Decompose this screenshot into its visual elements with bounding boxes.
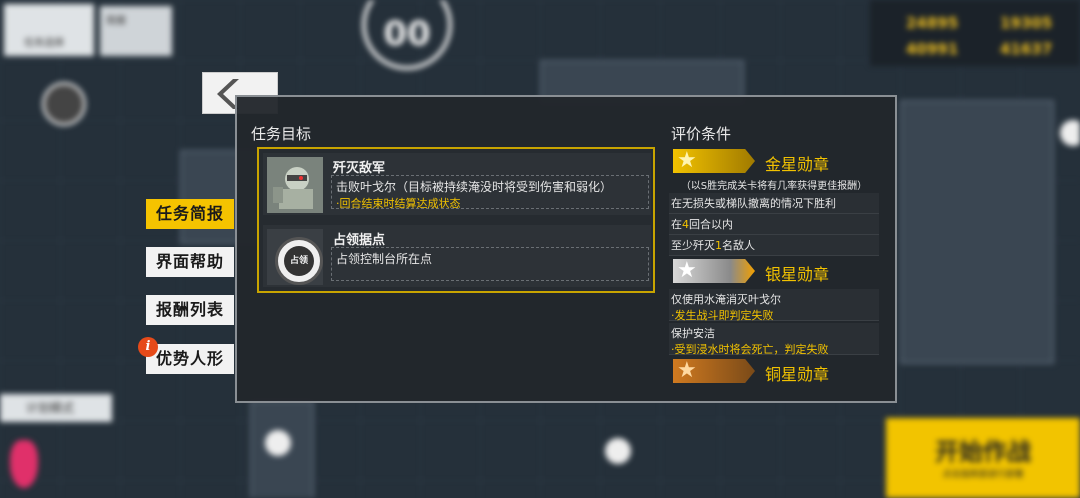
resource-manpower: 24895 <box>906 14 959 32</box>
gold-condition: 至少歼灭1名敌人 <box>669 235 879 256</box>
map-block <box>900 100 1054 364</box>
silver-condition: 仅使用水淹消灭叶戈尔 ·发生战斗即判定失败 <box>669 289 879 322</box>
capture-point-icon: 占领 <box>267 229 323 285</box>
objectives-title: 任务目标 <box>251 125 312 143</box>
objectives-list: 歼灭敌军 击败叶戈尔（目标被持续淹没时将受到伤害和弱化） ·回合结束时结算达成状… <box>257 147 655 293</box>
evaluation-title: 评价条件 <box>671 125 732 143</box>
condition-highlight: 1 <box>715 239 722 252</box>
condition-text: 至少歼灭 <box>671 239 715 252</box>
start-battle-sublabel: 点击指挥部进行部署 <box>942 470 1024 480</box>
turn-value: 00 <box>383 14 431 54</box>
gold-condition: 在4回合以内 <box>669 214 879 235</box>
condition-text: 在 <box>671 218 682 231</box>
tab-reward-list[interactable]: 报酬列表 <box>146 295 234 325</box>
condition-text: 保护安洁 <box>671 327 715 340</box>
gold-condition: 在无损失或梯队撤离的情况下胜利 <box>669 193 879 214</box>
resource-panel: 24895 19305 40991 41637 <box>870 0 1080 66</box>
tab-advantage-dolls[interactable]: 优势人形 <box>146 344 234 374</box>
gold-medal-note: （以S胜完成关卡将有几率获得更佳报酬） <box>680 181 868 192</box>
objective-description-box: 击败叶戈尔（目标被持续淹没时将受到伤害和弱化） ·回合结束时结算达成状态 <box>331 175 649 210</box>
condition-highlight: 4 <box>682 218 689 231</box>
tab-interface-help[interactable]: 界面帮助 <box>146 247 234 277</box>
bronze-medal-name: 铜星勋章 <box>765 365 830 384</box>
resource-parts: 41637 <box>1000 40 1053 58</box>
gold-medal-name: 金星勋章 <box>765 155 830 174</box>
menu-icon[interactable] <box>42 82 86 126</box>
objective-description: 击败叶戈尔（目标被持续淹没时将受到伤害和弱化） <box>336 180 613 194</box>
gold-medal-icon: ★ <box>673 149 755 173</box>
objective-item: 占领 占领据点 占领控制台所在点 <box>263 225 651 287</box>
objective-description: 占领控制台所在点 <box>336 252 433 266</box>
gold-medal-row: ★ 金星勋章 <box>673 147 883 175</box>
map-node <box>605 438 631 464</box>
map-node <box>1060 120 1080 146</box>
resource-rations: 40991 <box>906 40 959 58</box>
briefing-button[interactable]: 简报 <box>100 6 172 56</box>
condition-warning: ·发生战斗即判定失败 <box>671 309 774 322</box>
capture-point-icon-text: 占领 <box>284 246 314 276</box>
objective-description-box: 占领控制台所在点 <box>331 247 649 281</box>
condition-text: 回合以内 <box>689 218 733 231</box>
info-badge-icon: i <box>138 337 158 357</box>
capture-point-icon-ring: 占领 <box>275 237 323 285</box>
start-battle-label: 开始作战 <box>935 438 1031 466</box>
flame-icon <box>10 440 38 488</box>
tab-mission-briefing[interactable]: 任务简报 <box>146 199 234 229</box>
mission-select-button[interactable]: 任务选择 <box>4 4 94 56</box>
silver-medal-icon: ★ <box>673 259 755 283</box>
mission-briefing-panel: 任务目标 歼灭敌军 击败叶戈尔（目标被持续淹没时将受到伤害和弱化） ·回合结束时… <box>235 95 897 403</box>
silver-medal-row: ★ 银星勋章 <box>673 257 883 285</box>
condition-warning: ·受到浸水时将会死亡，判定失败 <box>671 343 829 356</box>
silver-medal-name: 银星勋章 <box>765 265 830 284</box>
objective-title: 占领据点 <box>333 233 386 248</box>
objective-item: 歼灭敌军 击败叶戈尔（目标被持续淹没时将受到伤害和弱化） ·回合结束时结算达成状… <box>263 153 651 215</box>
condition-text: 名敌人 <box>722 239 755 252</box>
bronze-medal-icon: ★ <box>673 359 755 383</box>
mech-enemy-icon <box>267 157 323 213</box>
evaluation-list: ★ 金星勋章 （以S胜完成关卡将有几率获得更佳报酬） 在无损失或梯队撤离的情况下… <box>669 147 883 397</box>
map-node <box>265 430 291 456</box>
start-battle-button[interactable]: 开始作战 点击指挥部进行部署 <box>886 418 1080 498</box>
condition-text: 仅使用水淹消灭叶戈尔 <box>671 293 781 306</box>
resource-ammo: 19305 <box>1000 14 1053 32</box>
objective-title: 歼灭敌军 <box>333 161 386 176</box>
silver-condition: 保护安洁 ·受到浸水时将会死亡，判定失败 <box>669 323 879 356</box>
objective-note: ·回合结束时结算达成状态 <box>336 197 461 210</box>
plan-mode-button[interactable]: 计划模式 <box>0 394 112 422</box>
bronze-medal-row: ★ 铜星勋章 <box>673 357 883 385</box>
